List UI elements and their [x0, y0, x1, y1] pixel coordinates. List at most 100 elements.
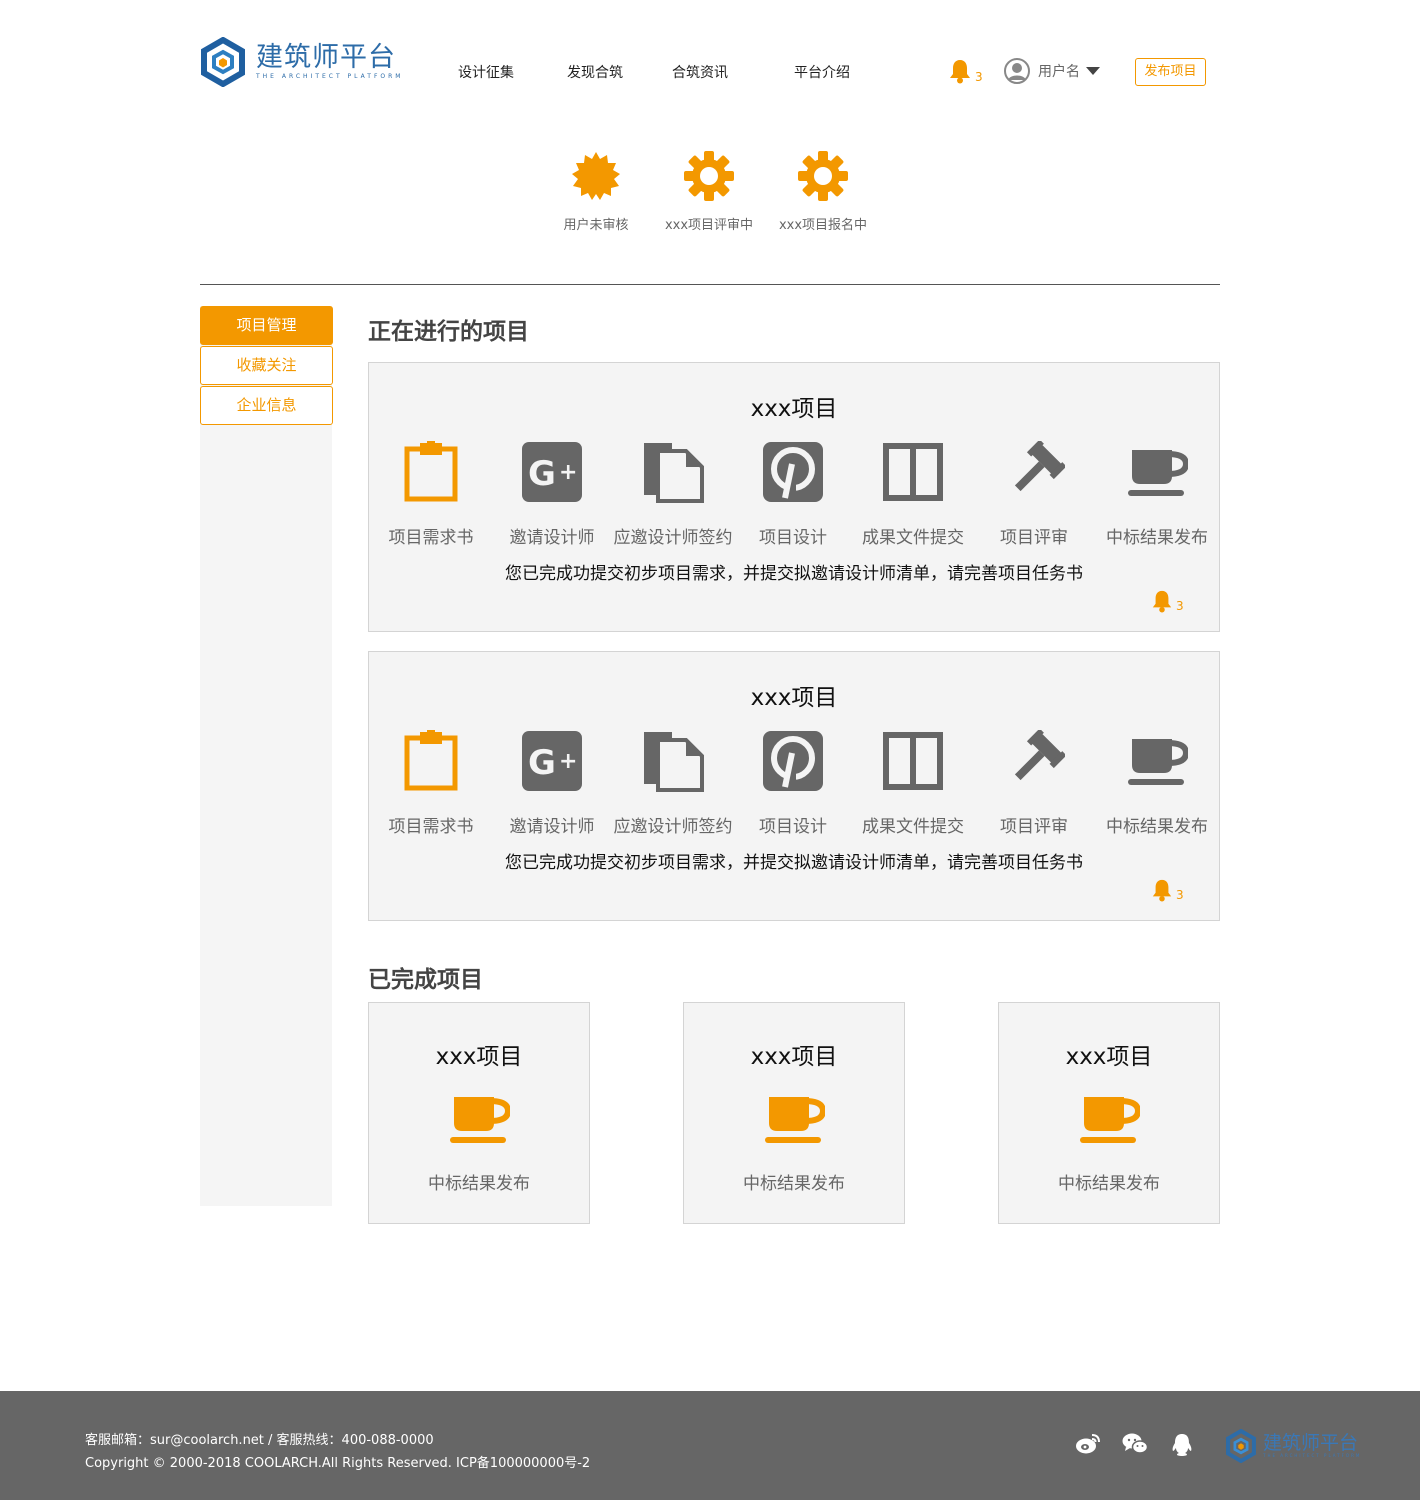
- project-title[interactable]: xxx项目: [369, 389, 1219, 423]
- sidebar-item-favorites[interactable]: 收藏关注: [200, 346, 333, 385]
- svg-text:+: +: [559, 749, 577, 774]
- project-card: xxx项目 项目需求书 G + 邀请设计师 应邀设计师签约 项目设计 成果文件提交…: [368, 362, 1220, 632]
- footer-contact: 客服邮箱：sur@coolarch.net / 客服热线：400-088-000…: [85, 1433, 434, 1448]
- coffee-cup-icon: [1128, 739, 1188, 785]
- step-label: 项目设计: [759, 528, 827, 548]
- username: 用户名: [1038, 64, 1080, 80]
- step-label: 应邀设计师签约: [613, 528, 733, 548]
- project-message: 您已完成功提交初步项目需求，并提交拟邀请设计师清单，请完善项目任务书: [505, 853, 1083, 873]
- pinterest-icon: [763, 731, 823, 791]
- status-label: xxx项目评审中: [664, 218, 754, 233]
- avatar-icon: [1004, 58, 1030, 84]
- bell-icon: [1152, 590, 1172, 613]
- project-notification-button[interactable]: 3: [1151, 878, 1184, 902]
- google-plus-icon: G +: [522, 731, 582, 791]
- chevron-down-icon: [1086, 67, 1100, 75]
- sidebar-item-project-management[interactable]: 项目管理: [200, 306, 333, 345]
- project-notification-button[interactable]: 3: [1151, 589, 1184, 613]
- status-project-reviewing[interactable]: xxx项目评审中: [649, 150, 769, 233]
- gavel-icon: [1014, 730, 1065, 781]
- step-label: 邀请设计师: [509, 817, 595, 837]
- completed-project-status: 中标结果发布: [743, 1174, 845, 1194]
- completed-project-card[interactable]: xxx项目 中标结果发布: [998, 1002, 1220, 1224]
- qq-icon[interactable]: [1170, 1433, 1194, 1461]
- logo-icon: [201, 37, 245, 87]
- footer: 客服邮箱：sur@coolarch.net / 客服热线：400-088-000…: [0, 1391, 1420, 1500]
- coffee-cup-icon: [1080, 1097, 1140, 1143]
- pinterest-icon: [763, 442, 823, 502]
- completed-project-status: 中标结果发布: [428, 1174, 530, 1194]
- step-label: 中标结果发布: [1106, 528, 1208, 548]
- footer-logo[interactable]: 建筑师平台 THE ARCHITECT PLATFORM: [1224, 1429, 1361, 1463]
- status-project-registering[interactable]: xxx项目报名中: [763, 150, 883, 233]
- clipboard-icon: [404, 730, 458, 791]
- status-user-unreviewed[interactable]: 用户未审核: [536, 150, 656, 233]
- logo-title: 建筑师平台: [256, 42, 396, 73]
- coffee-cup-icon: [1128, 450, 1188, 496]
- step-invite-designers[interactable]: G + 邀请设计师: [487, 730, 617, 837]
- completed-project-title: xxx项目: [1065, 1044, 1153, 1070]
- step-label: 项目需求书: [388, 817, 474, 837]
- clipboard-icon: [404, 441, 458, 502]
- notification-button[interactable]: 3: [948, 58, 983, 84]
- svg-text:+: +: [559, 460, 577, 485]
- step-label: 项目评审: [1000, 817, 1068, 837]
- sidebar-item-company-info[interactable]: 企业信息: [200, 386, 333, 425]
- project-message: 您已完成功提交初步项目需求，并提交拟邀请设计师清单，请完善项目任务书: [505, 564, 1083, 584]
- nav-design-collection[interactable]: 设计征集: [458, 62, 514, 82]
- step-announce-winner[interactable]: 中标结果发布: [1092, 441, 1222, 548]
- nav-about[interactable]: 平台介绍: [794, 62, 850, 82]
- step-designer-contract[interactable]: 应邀设计师签约: [608, 441, 738, 548]
- step-invite-designers[interactable]: G + 邀请设计师: [487, 441, 617, 548]
- columns-icon: [883, 732, 943, 790]
- project-steps: 项目需求书 G + 邀请设计师 应邀设计师签约 项目设计 成果文件提交 项目评审 …: [369, 730, 1219, 840]
- step-project-review[interactable]: 项目评审: [969, 730, 1099, 837]
- section-divider: [200, 284, 1220, 285]
- columns-icon: [883, 443, 943, 501]
- step-project-design[interactable]: 项目设计: [728, 441, 858, 548]
- step-requirements[interactable]: 项目需求书: [366, 730, 496, 837]
- project-card: xxx项目 项目需求书 G + 邀请设计师 应邀设计师签约 项目设计 成果文件提交…: [368, 651, 1220, 921]
- step-submit-deliverables[interactable]: 成果文件提交: [848, 441, 978, 548]
- footer-copyright: Copyright © 2000-2018 COOLARCH.All Right…: [85, 1456, 591, 1471]
- completed-project-status: 中标结果发布: [1058, 1174, 1160, 1194]
- footer-logo-subtitle: THE ARCHITECT PLATFORM: [1263, 1453, 1362, 1458]
- coffee-cup-icon: [450, 1097, 510, 1143]
- step-project-design[interactable]: 项目设计: [728, 730, 858, 837]
- weibo-icon[interactable]: [1075, 1433, 1101, 1459]
- step-label: 中标结果发布: [1106, 817, 1208, 837]
- completed-project-card[interactable]: xxx项目 中标结果发布: [683, 1002, 905, 1224]
- step-label: 邀请设计师: [509, 528, 595, 548]
- footer-logo-title: 建筑师平台: [1263, 1432, 1359, 1454]
- documents-icon: [644, 443, 704, 503]
- step-submit-deliverables[interactable]: 成果文件提交: [848, 730, 978, 837]
- notification-count: 3: [1176, 888, 1184, 902]
- status-label: xxx项目报名中: [778, 218, 868, 233]
- project-steps: 项目需求书 G + 邀请设计师 应邀设计师签约 项目设计 成果文件提交 项目评审 …: [369, 441, 1219, 551]
- gavel-icon: [1014, 441, 1065, 492]
- logo-icon: [1226, 1429, 1256, 1463]
- wechat-icon[interactable]: [1122, 1433, 1149, 1459]
- step-designer-contract[interactable]: 应邀设计师签约: [608, 730, 738, 837]
- top-header: 建筑师平台 THE ARCHITECT PLATFORM 设计征集 发现合筑 合…: [0, 0, 1420, 120]
- nav-news[interactable]: 合筑资讯: [672, 62, 728, 82]
- step-label: 项目评审: [1000, 528, 1068, 548]
- publish-project-button[interactable]: 发布项目: [1135, 58, 1206, 86]
- user-menu[interactable]: 用户名: [1004, 58, 1100, 84]
- step-requirements[interactable]: 项目需求书: [366, 441, 496, 548]
- step-label: 成果文件提交: [862, 817, 964, 837]
- svg-text:G: G: [528, 454, 556, 494]
- notification-count: 3: [975, 70, 983, 84]
- step-label: 项目设计: [759, 817, 827, 837]
- step-announce-winner[interactable]: 中标结果发布: [1092, 730, 1222, 837]
- badge-icon: [572, 152, 620, 200]
- completed-project-card[interactable]: xxx项目 中标结果发布: [368, 1002, 590, 1224]
- completed-project-title: xxx项目: [750, 1044, 838, 1070]
- sidebar: 项目管理 收藏关注 企业信息: [200, 306, 333, 1206]
- gear-icon: [798, 151, 848, 201]
- step-project-review[interactable]: 项目评审: [969, 441, 1099, 548]
- project-title[interactable]: xxx项目: [369, 678, 1219, 712]
- nav-discover[interactable]: 发现合筑: [567, 62, 623, 82]
- platform-logo[interactable]: 建筑师平台 THE ARCHITECT PLATFORM: [198, 36, 408, 88]
- ongoing-section-title: 正在进行的项目: [368, 319, 529, 345]
